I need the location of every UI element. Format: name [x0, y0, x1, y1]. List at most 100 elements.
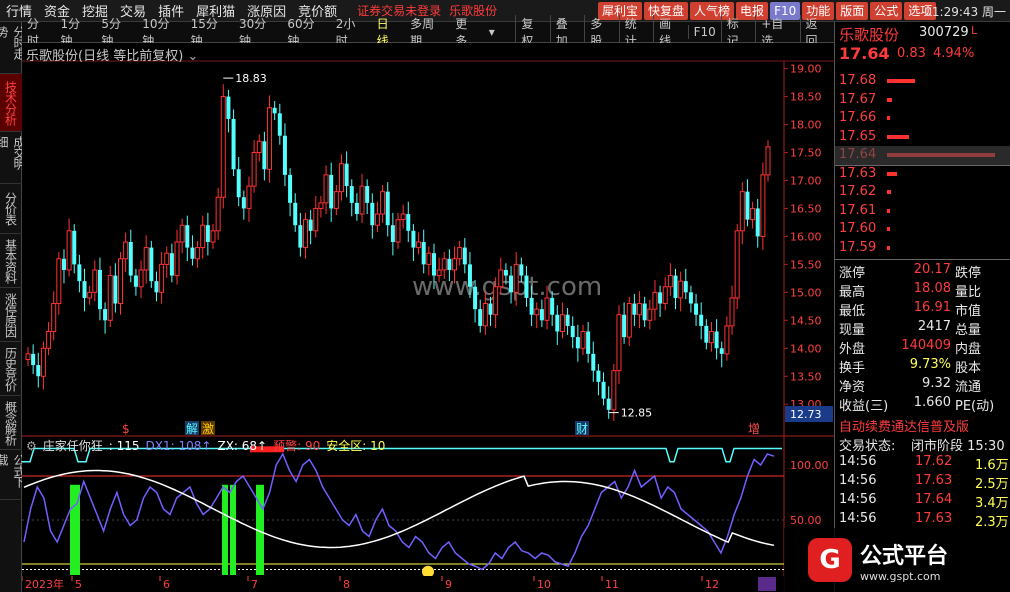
indicator-value-1: DX1: 108↑ [145, 438, 212, 453]
bid-level-2: 17.61 [835, 202, 1010, 221]
bid-level-0: 17.63 [835, 165, 1010, 184]
indicator-name[interactable]: 庄家任你狂 [43, 437, 103, 454]
candle-body [411, 230, 416, 248]
candle-body [421, 242, 426, 265]
candle-body [308, 219, 313, 231]
stat-value: 20.17 [913, 262, 951, 277]
bid-level-3: 17.60 [835, 220, 1010, 239]
candle-body [365, 186, 370, 203]
candle-body [488, 303, 493, 315]
candle-body [694, 303, 699, 315]
candle-body [333, 191, 339, 209]
left-tab-1[interactable]: 技术分析 [0, 74, 22, 132]
logo-icon: G [808, 538, 852, 582]
candle-body [246, 185, 252, 209]
candle-body [61, 258, 66, 270]
top-button-7[interactable]: 公式 [870, 2, 903, 20]
signal-flag: 增 [748, 422, 760, 436]
candle-body [323, 174, 329, 204]
left-tab-4[interactable]: 基本资料 [0, 234, 22, 288]
candle-body [550, 297, 555, 315]
left-tab-2[interactable]: 成交明细 [0, 132, 26, 184]
candle-body [647, 308, 653, 321]
chart-bg [22, 43, 834, 592]
kline-chart[interactable]: www.gspt.com 19.00 18.50 18.00 17.50 17.00 16.… [22, 43, 834, 592]
candle-body [559, 314, 565, 332]
candle-body [329, 174, 334, 209]
candle-body [436, 269, 442, 277]
scroll-thumb[interactable] [758, 577, 776, 591]
left-tab-6[interactable]: 历史竞价 [0, 342, 22, 396]
price-label: 15.00 [790, 286, 822, 299]
candle-body [652, 291, 658, 310]
candle-body [128, 242, 133, 276]
left-tab-3[interactable]: 分价表 [0, 184, 22, 234]
candle-body [92, 269, 98, 293]
price-label: 13.50 [790, 370, 822, 383]
settings-icon[interactable]: ⚙ [26, 439, 37, 453]
candle-body [452, 258, 458, 271]
tick-time: 14:56 [839, 511, 877, 526]
quote-row: 现量 2417 总量 [835, 318, 1010, 338]
candle-body [97, 269, 102, 310]
top-button-6[interactable]: 版面 [836, 2, 869, 20]
stat-key-2: 流通 [955, 380, 982, 395]
stat-value: 140409 [901, 338, 951, 353]
candle-body [282, 135, 287, 175]
candle-body [103, 309, 108, 321]
candle-body [226, 96, 231, 119]
stat-key-2: 股本 [955, 361, 982, 376]
chevron-down-icon[interactable]: ⌄ [187, 49, 198, 64]
stat-key-2: 内盘 [955, 342, 982, 357]
trade-status-value: 闭市阶段 15:30 [911, 439, 1005, 454]
candle-body [724, 325, 730, 355]
candle-body [267, 107, 273, 170]
candle-body [195, 247, 201, 260]
trade-status-label: 交易状态: [839, 439, 896, 454]
candle-body [40, 347, 46, 377]
indicator-header: ⚙ 庄家任你狂: 115 DX1: 108↑ ZX: 68↑ 预警: 90 安全区: 10 [26, 437, 385, 454]
price-label: 15.50 [790, 258, 822, 271]
toolbar-button-5[interactable]: F10 [687, 25, 721, 39]
candle-body [498, 269, 504, 288]
left-tab-7[interactable]: 概念解析 [0, 396, 22, 450]
tick-time: 14:56 [839, 454, 877, 469]
candle-body [765, 146, 771, 176]
candle-body [493, 286, 499, 316]
candle-body [164, 252, 170, 265]
watermark-title: 公式平台 [860, 543, 949, 569]
stat-key-2: 量比 [955, 285, 982, 300]
candle-body [678, 280, 684, 299]
candle-body [714, 331, 719, 349]
left-tab-5[interactable]: 涨停原因 [0, 288, 22, 342]
low-marker-label: 12.85 [621, 407, 653, 420]
chart-area[interactable]: www.gspt.com 19.00 18.50 18.00 17.50 17.00 16.… [22, 43, 834, 592]
left-tab-0[interactable]: 分时走势 [0, 22, 26, 74]
quote-row: 乐歌股份 300729 L [835, 22, 1010, 44]
candle-body [303, 219, 308, 249]
candle-body [288, 174, 293, 203]
ask-price: 17.66 [839, 110, 877, 125]
chevron-down-icon[interactable]: ▾ [484, 25, 500, 39]
signal-flag: 解 [186, 422, 198, 436]
quote-row: 涨停 20.17 跌停 [835, 261, 1010, 281]
candle-body [123, 241, 129, 260]
quote-row: 最低 16.91 市值 [835, 299, 1010, 319]
candle-body [313, 207, 319, 232]
candle-body [277, 113, 282, 136]
candle-body [586, 331, 591, 354]
candle-body [688, 292, 693, 304]
candle-body [750, 207, 756, 221]
candle-body [482, 303, 488, 327]
price-label: 17.00 [790, 174, 822, 187]
watermark-url: www.gspt.com [860, 569, 941, 583]
left-tab-8[interactable]: 公式下载 [0, 450, 26, 500]
bid-volume-bar [887, 208, 890, 213]
candle-body [734, 230, 740, 299]
tick-time: 14:56 [839, 473, 877, 488]
candle-body [370, 202, 375, 226]
date-axis-bg [22, 576, 784, 592]
promo-banner[interactable]: 自动续费通达信普及版 [839, 416, 969, 435]
candle-body [632, 303, 637, 315]
candle-body [390, 225, 395, 242]
